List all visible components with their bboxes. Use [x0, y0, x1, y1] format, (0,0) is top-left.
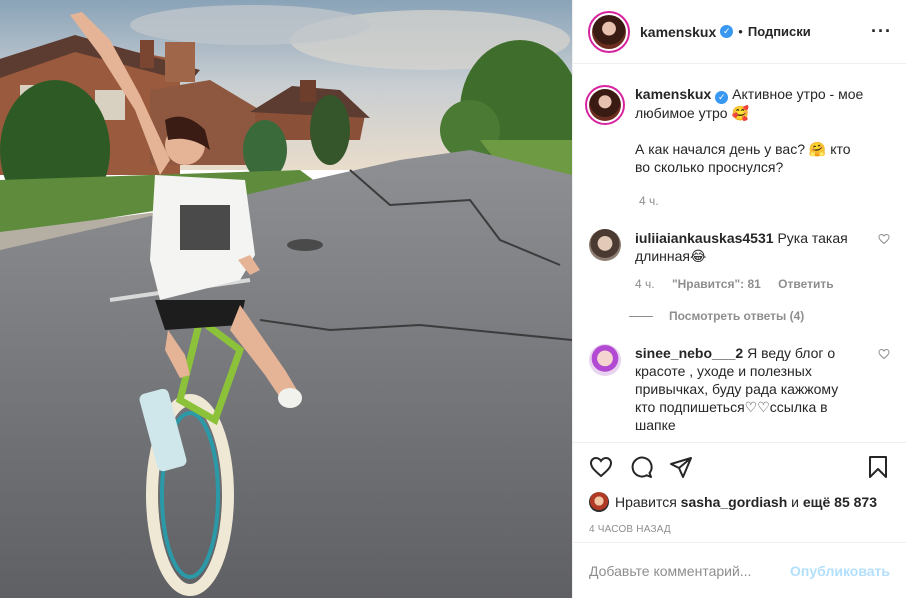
caption-username[interactable]: kamenskux	[635, 86, 711, 102]
view-replies-button[interactable]: Посмотреть ответы (4)	[629, 309, 890, 323]
comment-time[interactable]: 4 ч.	[635, 277, 655, 291]
author-avatar[interactable]	[588, 10, 630, 53]
commenter-username[interactable]: sinee_nebo___2	[635, 345, 743, 361]
caption-text-2: А как начался день у вас? 🤗 кто во сколь…	[635, 141, 851, 175]
comment-likes[interactable]: "Нравится": 81	[672, 277, 761, 291]
comment-like-heart-icon[interactable]	[878, 348, 890, 360]
add-comment-form: Опубликовать	[573, 542, 906, 598]
post-header: kamenskux ✓ • Подписки ···	[573, 0, 906, 64]
likes-and: и	[791, 494, 799, 510]
save-bookmark-icon[interactable]	[866, 455, 890, 479]
separator-dot: •	[738, 24, 743, 39]
commenter-username[interactable]: iuliiaiankauskas4531	[635, 230, 774, 246]
post-photo[interactable]	[0, 0, 572, 598]
post-image	[0, 0, 572, 598]
commenter-avatar[interactable]	[589, 344, 621, 376]
instagram-post: kamenskux ✓ • Подписки ··· kamenskux ✓ Ак…	[0, 0, 906, 598]
comment-meta: 4 ч. "Нравится": 81 Ответить	[635, 275, 851, 293]
side-panel: kamenskux ✓ • Подписки ··· kamenskux ✓ Ак…	[572, 0, 906, 598]
action-bar	[573, 443, 906, 491]
caption-avatar[interactable]	[585, 85, 625, 125]
following-button[interactable]: Подписки	[748, 24, 811, 39]
view-replies-label: Посмотреть ответы (4)	[669, 309, 805, 323]
like-heart-icon[interactable]	[589, 455, 613, 479]
comments-list[interactable]: kamenskux ✓ Активное утро - мое любимое у…	[573, 65, 906, 441]
comment-like-heart-icon[interactable]	[878, 233, 890, 245]
verified-badge-icon: ✓	[715, 91, 729, 104]
share-paper-plane-icon[interactable]	[669, 455, 693, 479]
liker-username[interactable]: sasha_gordiash	[681, 494, 788, 510]
likes-others-count[interactable]: ещё 85 873	[803, 494, 877, 510]
comment-item: sinee_nebo___2 Я веду блог о красоте , у…	[589, 344, 890, 434]
comment-item: iuliiaiankauskas4531 Рука такая длинная😂…	[589, 229, 890, 293]
post-actions-section: Нравится sasha_gordiash и ещё 85 873 4 ч…	[573, 442, 906, 535]
commenter-avatar[interactable]	[589, 229, 621, 261]
more-options-icon[interactable]: ···	[871, 21, 892, 42]
comment-input[interactable]	[589, 562, 791, 579]
publish-button[interactable]: Опубликовать	[790, 563, 890, 579]
verified-badge-icon: ✓	[720, 25, 734, 38]
post-timestamp[interactable]: 4 часов назад	[573, 524, 906, 535]
author-username[interactable]: kamenskux	[640, 24, 716, 40]
caption: kamenskux ✓ Активное утро - мое любимое у…	[585, 85, 890, 176]
reply-button[interactable]: Ответить	[778, 277, 833, 291]
likes-summary: Нравится sasha_gordiash и ещё 85 873	[573, 491, 906, 513]
likes-prefix: Нравится	[615, 494, 677, 510]
liker-avatar[interactable]	[589, 492, 609, 512]
comment-bubble-icon[interactable]	[629, 455, 653, 479]
view-replies-line	[629, 315, 653, 317]
caption-time: 4 ч.	[639, 194, 659, 208]
